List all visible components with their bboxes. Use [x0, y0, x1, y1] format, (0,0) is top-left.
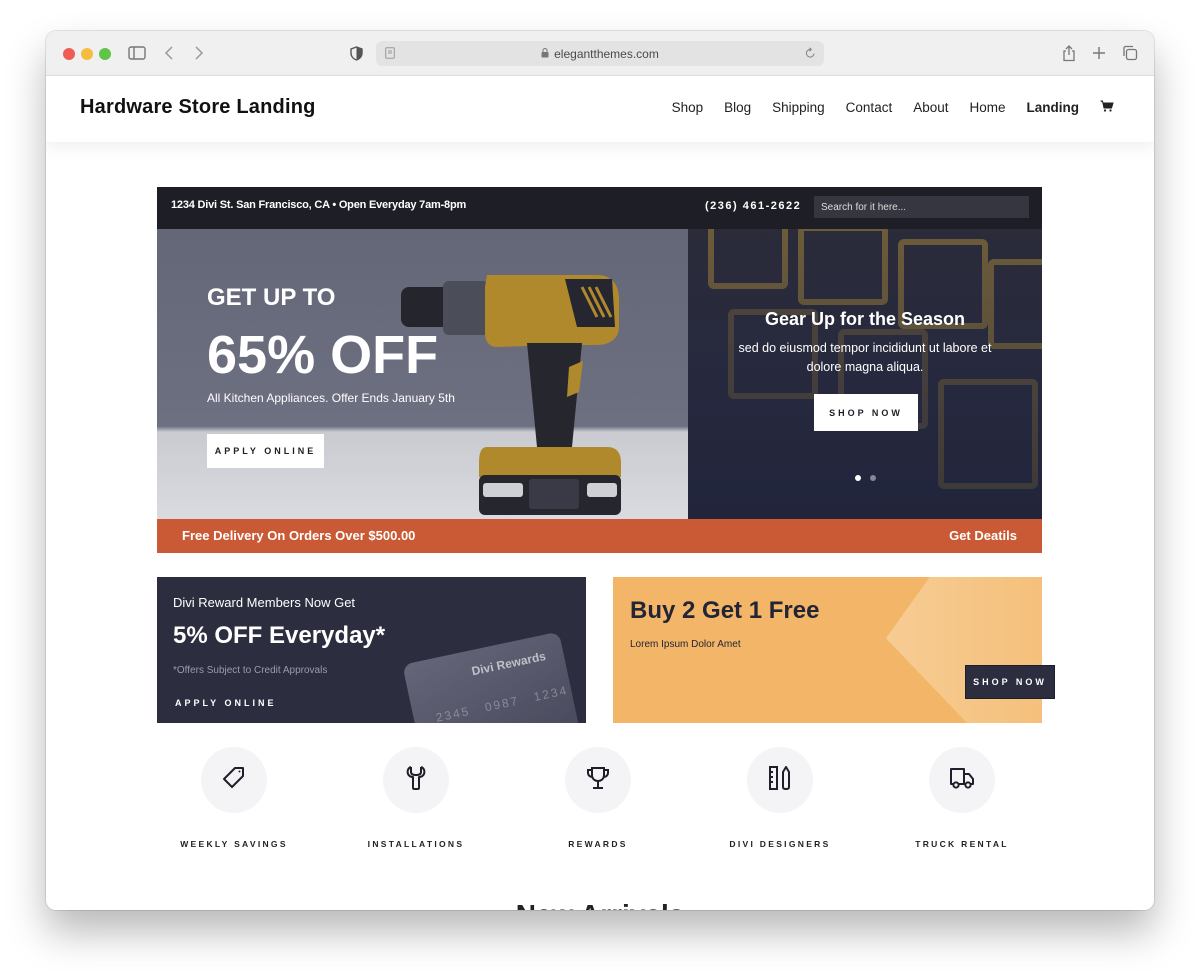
feature-label: DIVI DESIGNERS: [729, 839, 831, 849]
feature-label: WEEKLY SAVINGS: [180, 839, 288, 849]
browser-window: elegantthemes.com Hardware Store Landing…: [46, 31, 1154, 910]
feature-truck-rental[interactable]: TRUCK RENTAL: [887, 747, 1037, 849]
hero-slider: Gear Up for the Season sed do eiusmod te…: [688, 229, 1042, 519]
hero-kicker: GET UP TO: [207, 284, 336, 311]
tabs-overview-icon[interactable]: [1122, 42, 1138, 64]
reload-icon[interactable]: [805, 47, 816, 62]
lock-icon: [541, 47, 549, 61]
close-window-button[interactable]: [63, 48, 75, 60]
nav-shop[interactable]: Shop: [672, 100, 704, 115]
rewards-apply-link[interactable]: APPLY ONLINE: [175, 698, 277, 708]
drill-image: [401, 275, 621, 515]
feature-label: INSTALLATIONS: [367, 839, 465, 849]
bogo-promo: Buy 2 Get 1 Free Lorem Ipsum Dolor Amet: [613, 577, 1042, 723]
feature-icon-circle: [929, 747, 995, 813]
nav-contact[interactable]: Contact: [846, 100, 893, 115]
trophy-icon: [585, 765, 611, 796]
feature-icon-circle: [747, 747, 813, 813]
hero-sale-banner: GET UP TO 65% OFF All Kitchen Appliances…: [157, 229, 688, 519]
feature-icon-circle: [565, 747, 631, 813]
bogo-shop-now-button[interactable]: SHOP NOW: [965, 665, 1055, 699]
privacy-shield-icon[interactable]: [350, 42, 363, 64]
nav-about[interactable]: About: [913, 100, 948, 115]
feature-weekly-savings[interactable]: WEEKLY SAVINGS: [159, 747, 309, 849]
site-logo[interactable]: Hardware Store Landing: [80, 96, 316, 119]
rewards-card-image: Divi Rewards 2345 0987 1234: [402, 631, 582, 723]
feature-rewards[interactable]: REWARDS: [523, 747, 673, 849]
back-icon[interactable]: [164, 42, 174, 64]
feature-icon-circle: [201, 747, 267, 813]
zoom-window-button[interactable]: [99, 48, 111, 60]
store-info-bar: 1234 Divi St. San Francisco, CA • Open E…: [157, 187, 1042, 229]
truck-icon: [948, 765, 976, 796]
rewards-intro: Divi Reward Members Now Get: [173, 595, 356, 610]
hero-headline: 65% OFF: [207, 325, 439, 385]
share-icon[interactable]: [1062, 42, 1076, 64]
reader-icon[interactable]: [385, 47, 395, 62]
decorative-wedge: [886, 577, 1042, 723]
page-content: 1234 Divi St. San Francisco, CA • Open E…: [46, 142, 1154, 910]
search-input[interactable]: [814, 196, 1029, 218]
forward-icon[interactable]: [194, 42, 204, 64]
feature-installations[interactable]: INSTALLATIONS: [341, 747, 491, 849]
bogo-subtext: Lorem Ipsum Dolor Amet: [630, 639, 741, 650]
store-phone[interactable]: (236) 461-2622: [705, 200, 801, 212]
rewards-headline: 5% OFF Everyday*: [173, 622, 386, 649]
url-text: elegantthemes.com: [554, 46, 659, 61]
delivery-text: Free Delivery On Orders Over $500.00: [182, 528, 416, 543]
feature-label: REWARDS: [568, 839, 628, 849]
new-tab-icon[interactable]: [1092, 42, 1106, 64]
slide-description: sed do eiusmod tempor incididunt ut labo…: [738, 341, 992, 374]
slider-pagination: [688, 475, 1042, 481]
cart-icon[interactable]: [1100, 100, 1114, 115]
sidebar-toggle-icon[interactable]: [128, 42, 146, 64]
features-row: WEEKLY SAVINGS INSTALLATIONS REWARDS DIV…: [157, 747, 1042, 857]
address-bar[interactable]: elegantthemes.com: [376, 41, 824, 66]
feature-icon-circle: [383, 747, 449, 813]
store-address: 1234 Divi St. San Francisco, CA • Open E…: [171, 199, 467, 211]
slide-title: Gear Up for the Season: [764, 309, 966, 329]
bogo-headline: Buy 2 Get 1 Free: [630, 597, 820, 624]
get-details-link[interactable]: Get Deatils: [949, 528, 1017, 543]
minimize-window-button[interactable]: [81, 48, 93, 60]
browser-toolbar: elegantthemes.com: [46, 31, 1154, 76]
nav-shipping[interactable]: Shipping: [772, 100, 825, 115]
nav-landing[interactable]: Landing: [1027, 100, 1080, 115]
slide-dot-2[interactable]: [869, 475, 876, 481]
nav-blog[interactable]: Blog: [724, 100, 751, 115]
rewards-note: *Offers Subject to Credit Approvals: [173, 665, 328, 676]
ruler-pencil-icon: [767, 764, 793, 797]
card-name: Divi Rewards: [470, 649, 548, 679]
feature-label: TRUCK RENTAL: [915, 839, 1009, 849]
wrench-icon: [405, 765, 427, 796]
delivery-banner: Free Delivery On Orders Over $500.00 Get…: [157, 519, 1042, 553]
feature-divi-designers[interactable]: DIVI DESIGNERS: [705, 747, 855, 849]
section-heading: New Arrivals: [46, 899, 1154, 910]
card-number: 2345 0987 1234: [434, 683, 570, 723]
hero-subtext: All Kitchen Appliances. Offer Ends Janua…: [207, 391, 455, 405]
slide-dot-1[interactable]: [854, 475, 861, 481]
shop-now-button[interactable]: SHOP NOW: [814, 394, 918, 431]
main-nav: Shop Blog Shipping Contact About Home La…: [672, 100, 1114, 115]
nav-home[interactable]: Home: [969, 100, 1005, 115]
rewards-promo: Divi Rewards 2345 0987 1234 Divi Reward …: [157, 577, 586, 723]
apply-online-button[interactable]: APPLY ONLINE: [207, 434, 324, 468]
site-header: Hardware Store Landing Shop Blog Shippin…: [46, 76, 1154, 142]
tag-icon: [221, 765, 247, 796]
